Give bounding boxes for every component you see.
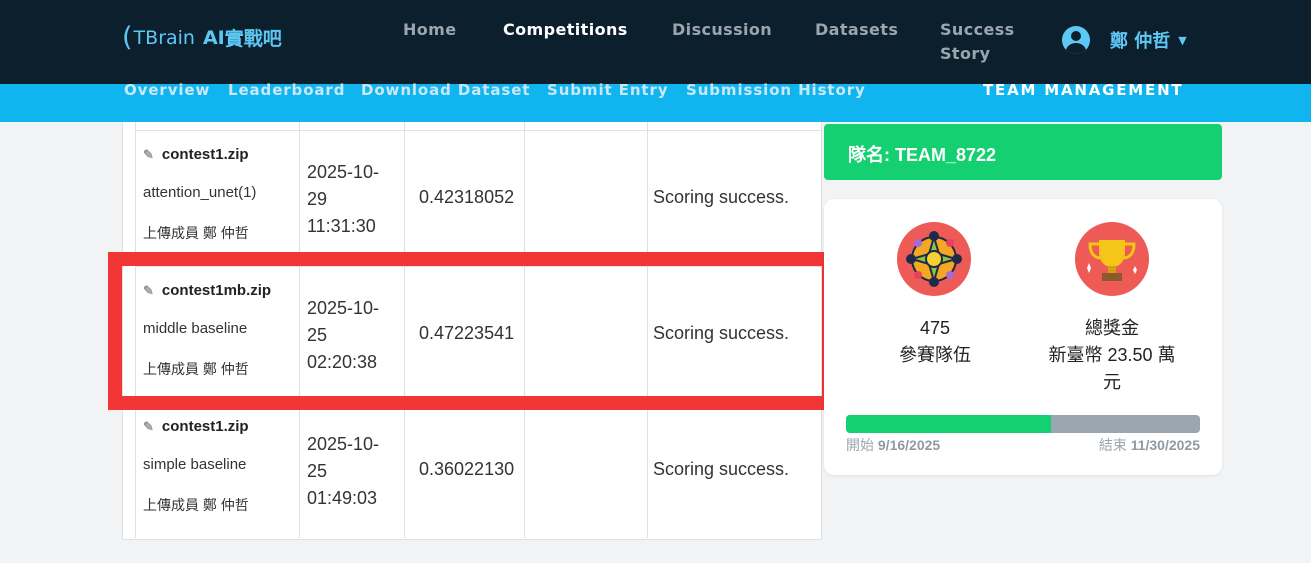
score: 0.36022130 (419, 459, 515, 479)
nav-success-line: Success (940, 20, 1015, 39)
teams-label: 參賽隊伍 (899, 345, 971, 365)
end-label: 結束 (1098, 437, 1127, 453)
end-date-value: 11/30/2025 (1130, 437, 1200, 453)
file-name: contest1.zip (161, 418, 249, 435)
user-name: 鄭 仲哲 (1110, 31, 1171, 52)
status: Scoring success. (653, 323, 790, 343)
end-date: 結束 11/30/2025 (1099, 435, 1200, 455)
team-name-box: 隊名: TEAM_8722 (824, 124, 1222, 180)
date-line: 2025-10- (307, 298, 380, 318)
file-link[interactable]: ✎ contest1.zip (143, 418, 249, 435)
table-row: ✎ contest1.zip attention_unet(1) 上傳成員 鄭 仲… (135, 130, 822, 266)
paperclip-icon: ✎ (143, 282, 154, 298)
logo-text: TBrain (133, 26, 195, 49)
subnav-submission-history[interactable]: Submission History (686, 80, 866, 100)
date-line: 25 (307, 461, 328, 481)
subnav-leaderboard[interactable]: Leaderboard (228, 80, 345, 100)
prize-amount: 新臺幣 23.50 萬 (1048, 345, 1176, 365)
date-line: 2025-10- (307, 162, 380, 182)
prize-unit: 元 (1103, 372, 1121, 392)
site-logo[interactable]: ( TBrain AI 實戰吧 (122, 24, 282, 51)
teams-stat: 475 參賽隊伍 (870, 315, 1000, 369)
user-avatar-icon (1062, 26, 1090, 54)
logo-ai: AI (202, 26, 225, 49)
logo-cn: 實戰吧 (224, 28, 282, 50)
nav-datasets[interactable]: Datasets (815, 18, 898, 42)
teams-count: 475 (919, 318, 951, 338)
paperclip-icon: ✎ (143, 146, 154, 162)
nav-story-line: Story (940, 44, 991, 63)
date-line: 2025-10- (307, 434, 380, 454)
file-link[interactable]: ✎ contest1.zip (143, 146, 249, 163)
team-icon (897, 222, 971, 296)
start-date-value: 9/16/2025 (877, 437, 941, 453)
status: Scoring success. (653, 459, 790, 479)
file-name: contest1.zip (161, 146, 249, 163)
submission-date: 2025-10- 25 01:49:03 (307, 431, 397, 512)
submission-description: attention_unet(1) (143, 184, 257, 201)
uploader: 上傳成員 鄭 仲哲 (143, 361, 249, 377)
date-line: 01:49:03 (307, 488, 378, 508)
prize-label: 總獎金 (1085, 318, 1139, 338)
uploader: 上傳成員 鄭 仲哲 (143, 225, 249, 241)
paperclip-icon: ✎ (143, 418, 154, 434)
date-line: 25 (307, 325, 328, 345)
submission-description: middle baseline (143, 320, 248, 337)
team-name: 隊名: TEAM_8722 (848, 145, 997, 165)
score: 0.42318052 (419, 187, 515, 207)
logo-paren-icon: ( (122, 21, 133, 53)
start-label: 開始 (846, 437, 874, 453)
nav-home[interactable]: Home (403, 18, 457, 42)
table-top-edge (135, 122, 822, 130)
top-navbar: ( TBrain AI 實戰吧 Home Competitions Discus… (0, 0, 1311, 84)
date-line: 29 (307, 189, 328, 209)
submission-table: ✎ contest1.zip attention_unet(1) 上傳成員 鄭 仲… (122, 122, 822, 540)
table-row: ✎ contest1.zip simple baseline 上傳成員 鄭 仲哲 … (135, 402, 822, 538)
start-date: 開始 9/16/2025 (846, 435, 940, 455)
status: Scoring success. (653, 187, 790, 207)
submission-date: 2025-10- 25 02:20:38 (307, 295, 397, 376)
submission-date: 2025-10- 29 11:31:30 (307, 159, 397, 240)
subnav-submit-entry[interactable]: Submit Entry (547, 80, 668, 100)
date-line: 11:31:30 (307, 216, 376, 236)
score: 0.47223541 (419, 323, 515, 343)
progress-fill (846, 415, 1052, 433)
uploader: 上傳成員 鄭 仲哲 (143, 497, 249, 513)
user-menu[interactable]: 鄭 仲哲 ▼ (1062, 26, 1187, 54)
subnav-download-dataset[interactable]: Download Dataset (361, 80, 530, 100)
trophy-icon (1075, 222, 1149, 296)
nav-success-story[interactable]: Success Story (940, 18, 1015, 66)
subnav-overview[interactable]: Overview (124, 80, 210, 100)
subnav-team-management[interactable]: TEAM MANAGEMENT (983, 80, 1183, 100)
competition-stats-card: 475 參賽隊伍 總獎金 新臺幣 23.50 萬 元 開始 9/16/2025 … (824, 199, 1222, 475)
file-name: contest1mb.zip (161, 282, 272, 299)
competition-progress-bar (846, 415, 1200, 433)
submission-description: simple baseline (143, 456, 247, 473)
prize-stat: 總獎金 新臺幣 23.50 萬 元 (1028, 315, 1196, 396)
nav-discussion[interactable]: Discussion (672, 18, 772, 42)
table-row: ✎ contest1mb.zip middle baseline 上傳成員 鄭 仲… (135, 266, 822, 402)
nav-competitions[interactable]: Competitions (503, 18, 628, 42)
caret-down-icon: ▼ (1178, 33, 1187, 47)
date-line: 02:20:38 (307, 352, 378, 372)
file-link[interactable]: ✎ contest1mb.zip (143, 282, 271, 299)
